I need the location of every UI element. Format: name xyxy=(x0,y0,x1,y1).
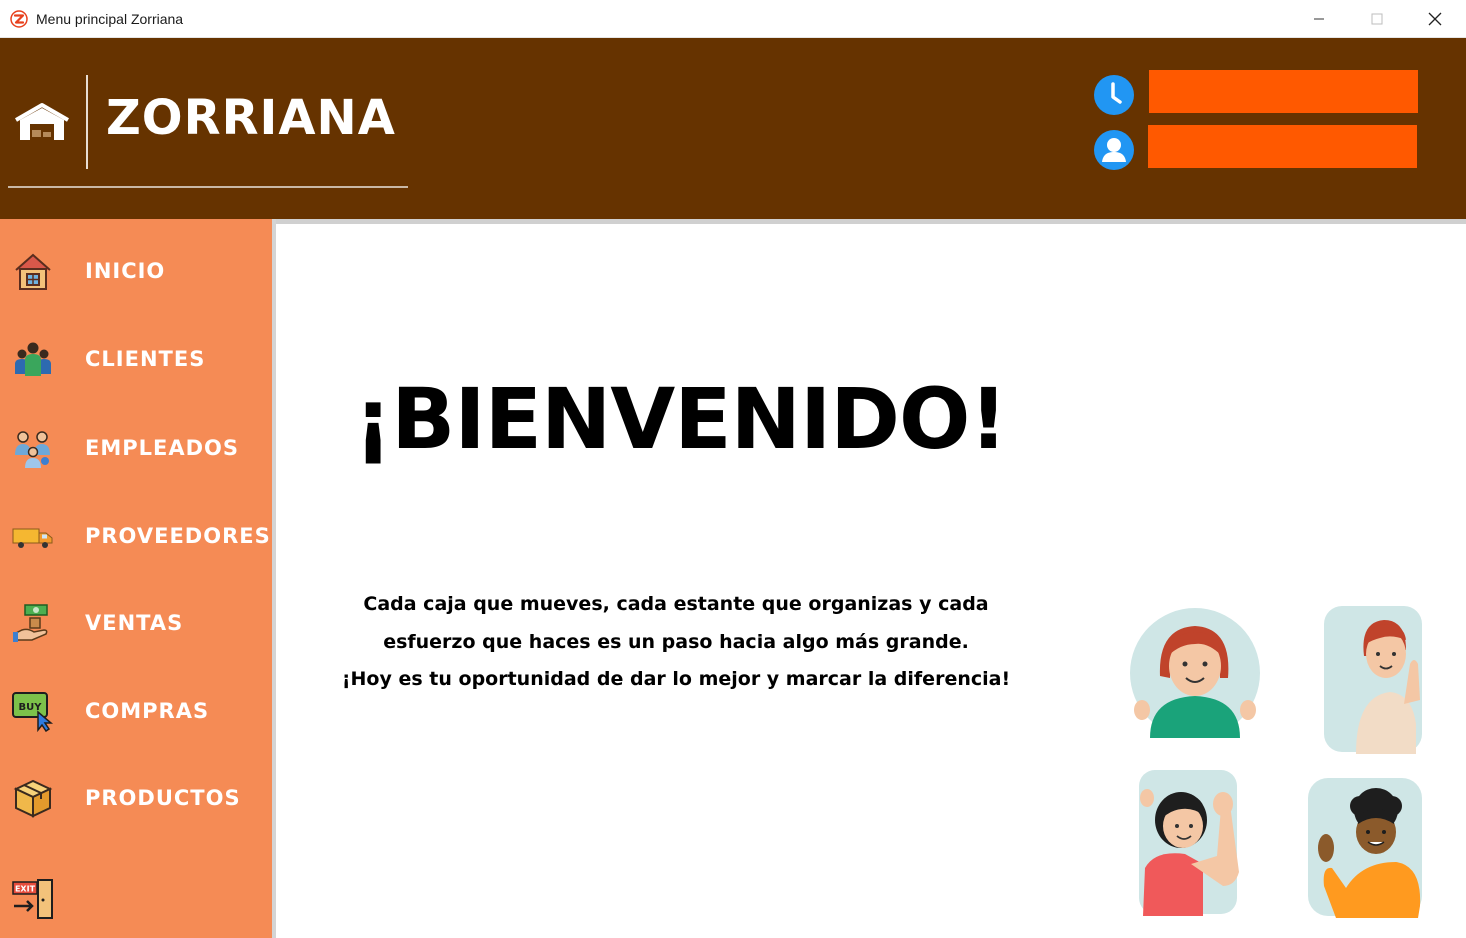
message-line: esfuerzo que haces es un paso hacia algo… xyxy=(383,630,969,653)
sidebar-item-inicio[interactable]: INICIO xyxy=(0,240,272,300)
sidebar-item-label: VENTAS xyxy=(85,611,184,635)
minimize-icon xyxy=(1314,18,1324,20)
clock-icon xyxy=(1094,75,1134,115)
sidebar-item-clientes[interactable]: CLIENTES xyxy=(0,328,272,388)
exit-label: EXIT xyxy=(15,885,36,894)
sidebar-item-label: PROVEEDORES xyxy=(85,524,271,548)
sidebar-item-ventas[interactable]: VENTAS xyxy=(0,592,272,652)
brand-name: ZORRIANA xyxy=(106,90,396,146)
sidebar-item-productos[interactable]: PRODUCTOS xyxy=(0,767,272,827)
sidebar-item-label: CLIENTES xyxy=(85,347,206,371)
app-header: ZORRIANA xyxy=(0,38,1466,219)
sidebar-item-label: EMPLEADOS xyxy=(85,436,240,460)
sidebar-item-label: COMPRAS xyxy=(85,699,210,723)
welcome-heading: ¡BIENVENIDO! xyxy=(354,370,1008,468)
main-content: ¡BIENVENIDO! Cada caja que mueves, cada … xyxy=(276,224,1466,938)
buy-cursor-icon: BUY xyxy=(12,692,54,732)
minimize-button[interactable] xyxy=(1290,0,1348,38)
person-illustration xyxy=(1324,606,1422,754)
employees-icon xyxy=(15,431,50,468)
sidebar: INICIO CLIENTES EMPLEADOS PROVEEDORES VE… xyxy=(0,219,272,938)
sidebar-item-label: INICIO xyxy=(85,259,166,283)
truck-icon xyxy=(12,528,53,548)
sidebar-item-empleados[interactable]: EMPLEADOS xyxy=(0,417,272,477)
svg-text:BUY: BUY xyxy=(19,702,43,713)
money-hand-icon xyxy=(13,604,48,642)
window-title: Menu principal Zorriana xyxy=(36,11,184,27)
sidebar-item-proveedores[interactable]: PROVEEDORES xyxy=(0,505,272,565)
box-icon xyxy=(13,779,53,818)
person-illustration xyxy=(1130,608,1260,738)
welcome-message: Cada caja que mueves, cada estante que o… xyxy=(336,586,1016,699)
logo-underline xyxy=(8,186,408,188)
maximize-button[interactable] xyxy=(1348,0,1406,38)
close-button[interactable] xyxy=(1406,0,1464,38)
user-icon xyxy=(1094,130,1134,170)
title-bar: Menu principal Zorriana xyxy=(0,0,1466,38)
time-display-field xyxy=(1149,70,1418,113)
exit-door-icon: EXIT xyxy=(12,879,53,919)
zorriana-z-logo-icon xyxy=(10,10,28,28)
sidebar-item-compras[interactable]: BUY COMPRAS xyxy=(0,680,272,740)
sidebar-item-label: PRODUCTOS xyxy=(85,786,241,810)
maximize-icon xyxy=(1371,13,1383,25)
exit-button[interactable]: EXIT xyxy=(10,878,56,920)
group-icon xyxy=(15,342,51,376)
person-illustration xyxy=(1308,778,1422,918)
warehouse-icon xyxy=(15,103,69,140)
close-icon xyxy=(1428,12,1442,26)
person-illustration xyxy=(1139,770,1239,916)
logo-divider xyxy=(86,75,88,169)
house-icon xyxy=(15,253,51,290)
message-line: Cada caja que mueves, cada estante que o… xyxy=(363,593,989,615)
user-display-field xyxy=(1148,125,1417,168)
message-line: ¡Hoy es tu oportunidad de dar lo mejor y… xyxy=(341,668,1011,690)
